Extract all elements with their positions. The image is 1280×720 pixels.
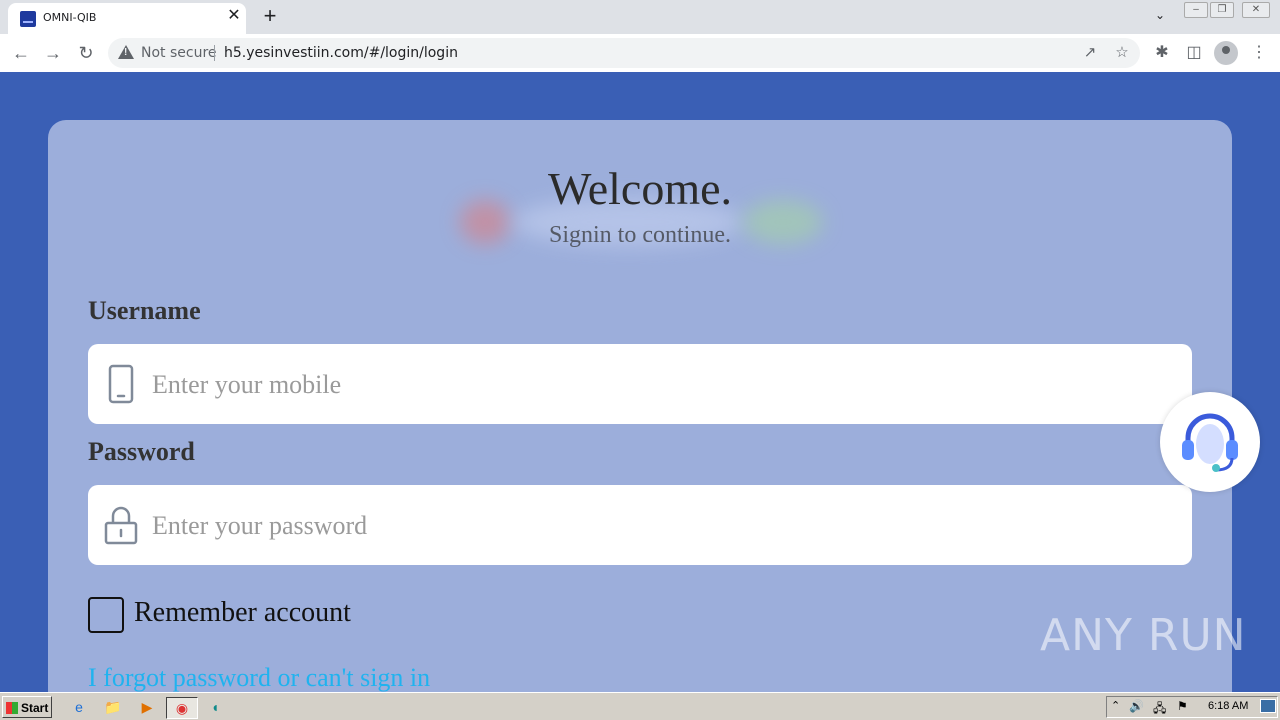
tray-expand-icon[interactable]: ⌃ [1111, 699, 1120, 712]
browser-tab-strip: OMNI-QIB ✕ + ⌄ – ❐ ✕ [0, 0, 1280, 34]
show-desktop-icon[interactable] [1260, 699, 1276, 713]
remember-checkbox[interactable] [88, 597, 124, 633]
forward-arrow-icon[interactable]: → [42, 42, 64, 64]
customer-support-button[interactable] [1160, 392, 1260, 492]
lock-icon [104, 506, 138, 545]
warning-triangle-icon [118, 45, 134, 59]
browser-toolbar: ← → ↻ Not secure h5.yesinvestiin.com/#/l… [0, 34, 1280, 73]
minimize-window-button[interactable]: – [1184, 2, 1208, 18]
menu-kebab-icon[interactable]: ⋮ [1248, 42, 1270, 64]
internet-explorer-icon[interactable]: e [68, 697, 90, 717]
media-player-icon[interactable]: ▶ [136, 697, 158, 717]
security-indicator[interactable]: Not secure [141, 45, 217, 61]
back-arrow-icon[interactable]: ← [10, 42, 32, 64]
volume-icon[interactable]: 🔊 [1129, 699, 1144, 713]
headset-icon [1182, 413, 1238, 472]
remember-label[interactable]: Remember account [134, 597, 351, 629]
share-icon[interactable]: ↗ [1081, 44, 1099, 62]
tab-close-icon[interactable]: ✕ [226, 8, 242, 24]
chrome-taskbar-icon[interactable]: ◉ [166, 697, 198, 719]
mobile-phone-icon [108, 364, 134, 404]
password-label: Password [88, 437, 195, 466]
windows-taskbar: Start e 📁 ▶ ◉ ◖ ⌃ 🔊 🖧 ⚑ 6:18 AM [0, 692, 1280, 720]
page-body: Welcome. Signin to continue. Username Pa… [0, 72, 1280, 692]
flag-icon[interactable]: ⚑ [1177, 699, 1188, 713]
taskbar-clock[interactable]: 6:18 AM [1208, 700, 1248, 712]
file-explorer-icon[interactable]: 📁 [102, 697, 124, 717]
address-divider [214, 45, 215, 61]
reload-icon[interactable]: ↻ [75, 42, 97, 64]
forgot-password-link[interactable]: I forgot password or can't sign in [88, 663, 430, 692]
profile-avatar-icon[interactable] [1214, 41, 1238, 65]
bookmark-star-icon[interactable]: ☆ [1113, 44, 1131, 62]
watermark: ANY RUN [1040, 610, 1247, 661]
network-icon[interactable]: 🖧 [1153, 699, 1166, 720]
username-input[interactable] [150, 344, 1154, 426]
login-card: Welcome. Signin to continue. Username Pa… [48, 120, 1232, 692]
site-favicon-icon [20, 11, 36, 27]
browser-tab[interactable]: OMNI-QIB ✕ [8, 3, 246, 34]
tab-search-chevron-icon[interactable]: ⌄ [1150, 8, 1170, 26]
extensions-puzzle-icon[interactable]: ✱ [1151, 42, 1173, 64]
restore-window-button[interactable]: ❐ [1210, 2, 1234, 18]
new-tab-button[interactable]: + [259, 5, 281, 28]
password-input[interactable] [150, 485, 1154, 567]
url-text[interactable]: h5.yesinvestiin.com/#/login/login [224, 45, 458, 61]
side-panel-icon[interactable]: ◫ [1183, 42, 1205, 64]
username-field[interactable] [88, 344, 1192, 426]
start-button[interactable]: Start [2, 696, 52, 718]
password-field[interactable] [88, 485, 1192, 567]
close-window-button[interactable]: ✕ [1242, 2, 1270, 18]
edge-icon[interactable]: ◖ [204, 697, 226, 717]
tab-title: OMNI-QIB [43, 11, 97, 24]
system-tray: ⌃ 🔊 🖧 ⚑ [1106, 696, 1278, 718]
address-bar[interactable]: Not secure h5.yesinvestiin.com/#/login/l… [108, 38, 1140, 68]
welcome-subtitle: Signin to continue. [549, 222, 731, 248]
welcome-title: Welcome. [547, 163, 733, 214]
username-label: Username [88, 296, 201, 325]
